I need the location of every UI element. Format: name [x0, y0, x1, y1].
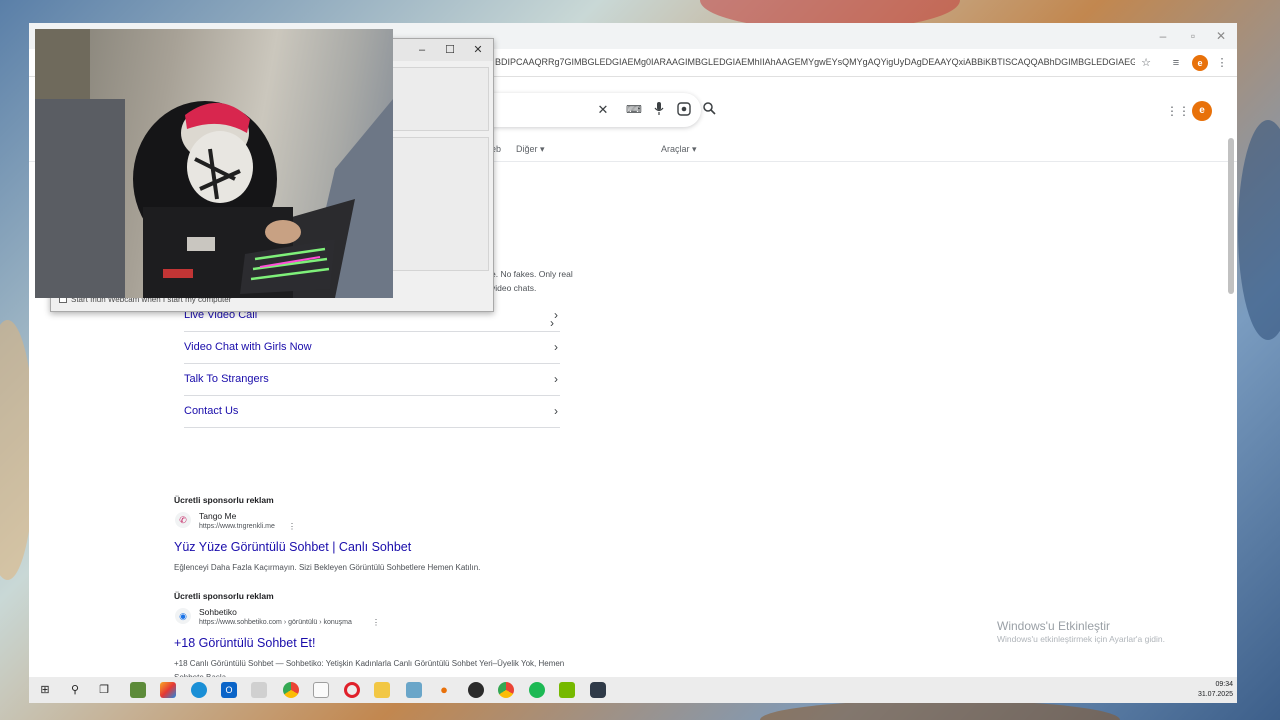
webcam-preview: [35, 29, 393, 298]
search-icon[interactable]: [701, 102, 717, 118]
chevron-right-icon: ›: [554, 404, 558, 418]
tango-favicon-icon: ✆: [175, 512, 191, 528]
tab-tools[interactable]: Araçlar ▾: [661, 144, 697, 155]
clock-time: 09:34: [1215, 681, 1233, 688]
taskbar: ⊞ ⚲ ❐ O ● 09:34 31.07.2025: [29, 677, 1237, 703]
result-snippet: video chats.: [491, 283, 537, 293]
chevron-right-icon: ›: [554, 372, 558, 386]
ad-site-name[interactable]: Tango Me: [199, 511, 236, 521]
mic-icon[interactable]: [651, 102, 667, 118]
wallpaper-art: [760, 700, 1120, 720]
ad-title-link[interactable]: Yüz Yüze Görüntülü Sohbet | Canlı Sohbet: [174, 540, 411, 554]
globe-icon: ◉: [175, 608, 191, 624]
wallpaper-art: [1238, 120, 1280, 340]
tab-more-label: Diğer: [516, 144, 538, 154]
search-box[interactable]: ✕ ⌨: [469, 93, 716, 127]
ad-description: +18 Canlı Görüntülü Sohbet — Sohbetiko: …: [174, 659, 565, 677]
star-icon[interactable]: ☆: [1138, 55, 1154, 71]
store-icon[interactable]: [251, 682, 267, 698]
sitelink-contact-us[interactable]: Contact Us ›: [184, 396, 560, 428]
ad-title-link[interactable]: +18 Görüntülü Sohbet Et!: [174, 636, 315, 650]
sponsored-ad: Ücretli sponsorlu reklam ✆ Tango Me http…: [174, 495, 634, 595]
keyboard-icon[interactable]: ⌨: [626, 102, 642, 118]
account-avatar[interactable]: e: [1192, 101, 1212, 121]
opera-icon[interactable]: [344, 682, 360, 698]
close-button[interactable]: ✕: [1207, 27, 1235, 45]
ad-url[interactable]: https://www.tngrenkli.me: [199, 523, 275, 530]
result-snippet: e. No fakes. Only real: [491, 269, 573, 279]
file-explorer-icon[interactable]: [374, 682, 390, 698]
sitelink-video-chat-girls[interactable]: Video Chat with Girls Now ›: [184, 332, 560, 364]
media-queue-icon[interactable]: ≡: [1168, 55, 1184, 71]
system-clock[interactable]: 09:34 31.07.2025: [1198, 680, 1233, 700]
task-view-icon[interactable]: ❐: [96, 682, 112, 698]
lens-icon[interactable]: [676, 102, 692, 118]
minimize-button[interactable]: –: [1149, 27, 1177, 45]
chrome-icon[interactable]: [498, 682, 514, 698]
clear-icon[interactable]: ✕: [595, 102, 611, 118]
maximize-button[interactable]: ☐: [436, 41, 464, 59]
settings-panel: [391, 67, 489, 131]
minecraft-icon[interactable]: [130, 682, 146, 698]
kebab-icon[interactable]: ⋮: [288, 522, 296, 531]
ad-url[interactable]: https://www.sohbetiko.com › görüntülü › …: [199, 619, 352, 626]
notepad-icon[interactable]: [313, 682, 329, 698]
windows-start-icon[interactable]: ⊞: [37, 682, 53, 698]
webcam-app-icon[interactable]: [590, 682, 606, 698]
sponsored-ad: Ücretli sponsorlu reklam ◉ Sohbetiko htt…: [174, 591, 634, 677]
chevron-right-icon: ›: [554, 308, 558, 322]
sitelink-label[interactable]: Video Chat with Girls Now: [184, 341, 312, 353]
ad-site-name[interactable]: Sohbetiko: [199, 607, 237, 617]
clock-date: 31.07.2025: [1197, 691, 1233, 698]
search-icon[interactable]: ⚲: [67, 682, 83, 698]
outlook-icon[interactable]: O: [221, 682, 237, 698]
apps-grid-icon[interactable]: ⋮⋮: [1166, 103, 1190, 119]
microphone-app-icon[interactable]: ●: [436, 682, 452, 698]
tab-more[interactable]: Diğer ▾: [516, 144, 545, 155]
sitelinks: Live Video Call › Video Chat with Girls …: [184, 300, 560, 428]
tab-tools-label: Araçlar: [661, 144, 690, 154]
chrome-icon[interactable]: [283, 682, 299, 698]
sitelink-label[interactable]: Contact Us: [184, 405, 238, 417]
sitelink-talk-to-strangers[interactable]: Talk To Strangers ›: [184, 364, 560, 396]
minimize-button[interactable]: –: [408, 41, 436, 59]
activation-watermark-subtitle: Windows'u etkinleştirmek için Ayarlar'a …: [997, 634, 1165, 644]
scrollbar[interactable]: [1228, 138, 1234, 294]
url-text[interactable]: BDIPCAAQRRg7GIMBGLEDGIAEMg0IARAAGIMBGLED…: [495, 57, 1135, 67]
spotify-icon[interactable]: [529, 682, 545, 698]
ad-tag: Ücretli sponsorlu reklam: [174, 495, 274, 505]
restore-button[interactable]: ▫: [1179, 27, 1207, 45]
profile-icon[interactable]: e: [1192, 55, 1208, 71]
chevron-right-icon: ›: [554, 340, 558, 354]
ad-description: Eğlenceyi Daha Fazla Kaçırmayın. Sizi Be…: [174, 563, 481, 572]
sitelink-label[interactable]: Talk To Strangers: [184, 373, 269, 385]
app-icon[interactable]: [160, 682, 176, 698]
nvidia-icon[interactable]: [559, 682, 575, 698]
close-button[interactable]: ✕: [464, 41, 492, 59]
settings-panel: [391, 137, 489, 271]
kebab-icon[interactable]: ⋮: [372, 618, 380, 627]
app-icon[interactable]: [406, 682, 422, 698]
kebab-icon[interactable]: ⋮: [1214, 55, 1230, 71]
edge-icon[interactable]: [191, 682, 207, 698]
activation-watermark-title: Windows'u Etkinleştir: [997, 619, 1110, 633]
obs-icon[interactable]: [468, 682, 484, 698]
webcam-video-frame: [35, 29, 393, 298]
ad-tag: Ücretli sponsorlu reklam: [174, 591, 274, 601]
